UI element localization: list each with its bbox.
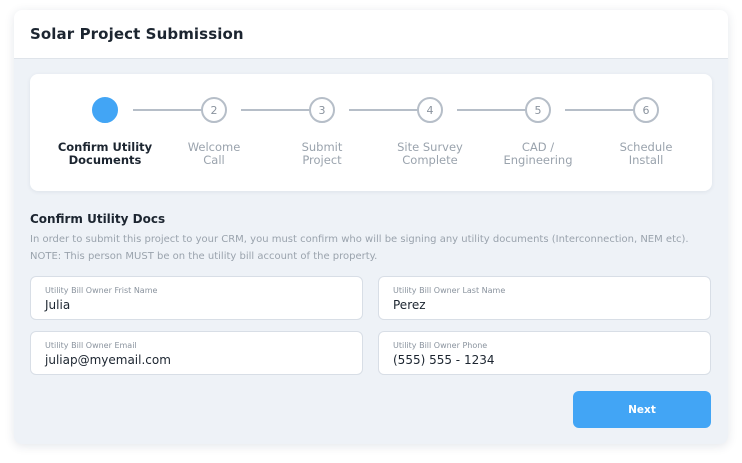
step-label: Submit Project <box>301 140 343 167</box>
step-submit-project[interactable]: 3 Submit Project <box>267 74 377 191</box>
email-field[interactable]: Utility Bill Owner Email juliap@myemail.… <box>30 331 363 375</box>
email-value[interactable]: juliap@myemail.com <box>45 353 171 367</box>
step-circle: 4 <box>417 97 443 123</box>
step-circle: 3 <box>309 97 335 123</box>
phone-label: Utility Bill Owner Phone <box>393 341 488 350</box>
step-confirm-utility-documents[interactable]: Confirm Utility Documents <box>50 74 160 191</box>
card-header: Solar Project Submission <box>14 10 728 59</box>
step-label: Schedule Install <box>619 140 673 167</box>
last-name-field[interactable]: Utility Bill Owner Last Name Perez <box>378 276 711 320</box>
step-label: CAD / Engineering <box>503 140 573 167</box>
step-label: Site Survey Complete <box>397 140 463 167</box>
step-circle-active <box>92 97 118 123</box>
step-schedule-install[interactable]: 6 Schedule Install <box>591 74 701 191</box>
phone-field[interactable]: Utility Bill Owner Phone (555) 555 - 123… <box>378 331 711 375</box>
section-title: Confirm Utility Docs <box>30 212 166 226</box>
submission-card: Solar Project Submission Confirm Utility… <box>14 10 728 444</box>
last-name-label: Utility Bill Owner Last Name <box>393 286 506 295</box>
section-description: In order to submit this project to your … <box>30 234 689 262</box>
step-label: Confirm Utility Documents <box>57 140 153 167</box>
step-label: Welcome Call <box>187 140 241 167</box>
last-name-value[interactable]: Perez <box>393 298 426 312</box>
step-welcome-call[interactable]: 2 Welcome Call <box>159 74 269 191</box>
phone-value[interactable]: (555) 555 - 1234 <box>393 353 494 367</box>
email-label: Utility Bill Owner Email <box>45 341 137 350</box>
next-button[interactable]: Next <box>573 391 711 428</box>
page-title: Solar Project Submission <box>30 25 244 43</box>
first-name-label: Utility Bill Owner Frist Name <box>45 286 158 295</box>
step-cad-engineering[interactable]: 5 CAD / Engineering <box>483 74 593 191</box>
first-name-value[interactable]: Julia <box>45 298 70 312</box>
first-name-field[interactable]: Utility Bill Owner Frist Name Julia <box>30 276 363 320</box>
step-circle: 2 <box>201 97 227 123</box>
step-circle: 6 <box>633 97 659 123</box>
step-site-survey-complete[interactable]: 4 Site Survey Complete <box>375 74 485 191</box>
step-circle: 5 <box>525 97 551 123</box>
stepper: Confirm Utility Documents 2 Welcome Call… <box>30 74 712 191</box>
